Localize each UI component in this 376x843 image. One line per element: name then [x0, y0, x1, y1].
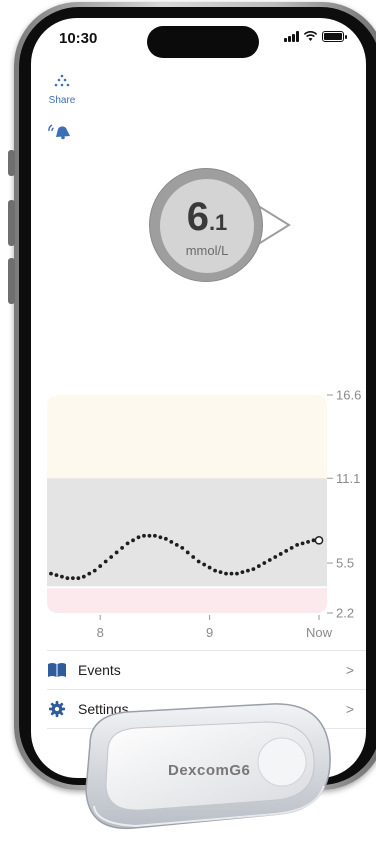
- glucose-point: [163, 536, 168, 541]
- glucose-point: [103, 559, 108, 564]
- glucose-point: [196, 559, 201, 564]
- cellular-signal-icon: [284, 31, 299, 42]
- band-target: [47, 478, 327, 588]
- y-tick-label: 2.2: [336, 606, 354, 621]
- chevron-right-icon: >: [345, 662, 354, 678]
- y-tick-label: 11.1: [336, 471, 360, 486]
- glucose-point: [306, 539, 310, 544]
- glucose-point: [218, 570, 223, 575]
- status-bar: 10:30: [31, 18, 366, 62]
- alert-bell-icon[interactable]: [46, 122, 72, 140]
- glucose-point: [267, 558, 272, 562]
- glucose-point: [92, 568, 97, 573]
- glucose-point: [262, 561, 267, 565]
- glucose-point: [54, 573, 59, 578]
- battery-icon: [322, 31, 347, 42]
- glucose-point: [87, 571, 92, 576]
- glucose-point: [60, 574, 64, 579]
- transmitter-brand-label: DexcomG6: [168, 762, 251, 779]
- y-tick-label: 16.6: [336, 388, 361, 403]
- reading-unit: mmol/L: [185, 243, 229, 258]
- dynamic-island: [147, 26, 259, 58]
- status-time: 10:30: [59, 30, 98, 47]
- chart-bands: [47, 395, 327, 613]
- silent-switch: [8, 150, 15, 176]
- x-tick-label: Now: [306, 625, 333, 640]
- glucose-point: [295, 542, 300, 547]
- glucose-point: [136, 535, 141, 540]
- glucose-point: [76, 576, 81, 581]
- glucose-reading: 6.1 mmol/L: [147, 166, 297, 286]
- glucose-point: [109, 555, 114, 559]
- chevron-right-icon: >: [345, 701, 354, 717]
- glucose-point: [251, 567, 256, 571]
- menu-label-events: Events: [78, 662, 121, 678]
- y-tick-label: 5.5: [336, 556, 354, 571]
- glucose-point: [131, 538, 135, 543]
- glucose-point: [81, 574, 86, 579]
- glucose-point: [207, 565, 212, 570]
- dexcom-g6-transmitter: DexcomG6: [76, 686, 338, 836]
- glucose-point: [213, 568, 217, 573]
- glucose-point: [284, 549, 289, 553]
- glucose-point: [180, 546, 185, 550]
- current-reading-point: [314, 535, 324, 545]
- glucose-point: [289, 546, 294, 550]
- glucose-trend-chart: 2.2 5.5 11.1 16.6 8 9 Now: [47, 388, 361, 640]
- glucose-point: [240, 570, 245, 575]
- glucose-point: [158, 535, 163, 540]
- book-icon: [48, 663, 66, 677]
- glucose-point: [153, 533, 157, 538]
- glucose-point: [114, 550, 119, 555]
- glucose-point: [191, 555, 196, 559]
- share-button[interactable]: Share: [42, 74, 82, 106]
- volume-down-button: [8, 258, 15, 304]
- glucose-point: [125, 541, 130, 546]
- glucose-point: [278, 552, 283, 556]
- glucose-point: [70, 576, 75, 581]
- glucose-point: [169, 539, 174, 544]
- glucose-point: [235, 571, 239, 576]
- glucose-point: [229, 571, 234, 576]
- reading-value-decimal: .1: [208, 210, 228, 235]
- glucose-point: [185, 550, 190, 555]
- share-label: Share: [48, 95, 76, 106]
- glucose-point: [273, 555, 278, 559]
- transmitter-image: [85, 703, 331, 830]
- glucose-point: [142, 533, 146, 538]
- reading-value-integer: 6: [186, 195, 209, 239]
- band-high: [47, 395, 327, 479]
- gear-icon: [48, 700, 66, 718]
- reading-face: 6.1 mmol/L: [160, 179, 254, 273]
- glucose-point: [202, 562, 207, 567]
- glucose-point: [65, 576, 70, 581]
- wifi-icon: [303, 31, 318, 41]
- band-low: [47, 587, 327, 613]
- glucose-point: [224, 571, 228, 576]
- glucose-point: [256, 564, 261, 568]
- glucose-point: [49, 571, 53, 576]
- glucose-point: [98, 564, 103, 568]
- x-tick-label: 8: [97, 625, 104, 640]
- glucose-point: [120, 546, 125, 550]
- app-screen: 10:30 Share 6.1 mmol/L 2.2 5.5 11.1 16.6…: [31, 18, 366, 778]
- volume-up-button: [8, 200, 15, 246]
- glucose-point: [174, 542, 179, 547]
- share-icon: [54, 74, 70, 87]
- reading-ring: 6.1 mmol/L: [149, 168, 263, 282]
- glucose-point: [300, 541, 305, 546]
- menu-item-events[interactable]: Events >: [31, 651, 366, 689]
- glucose-point: [245, 568, 250, 573]
- glucose-point: [147, 533, 152, 538]
- reading-value: 6.1: [160, 195, 254, 240]
- status-icons: [284, 31, 347, 42]
- x-tick-label: 9: [206, 625, 213, 640]
